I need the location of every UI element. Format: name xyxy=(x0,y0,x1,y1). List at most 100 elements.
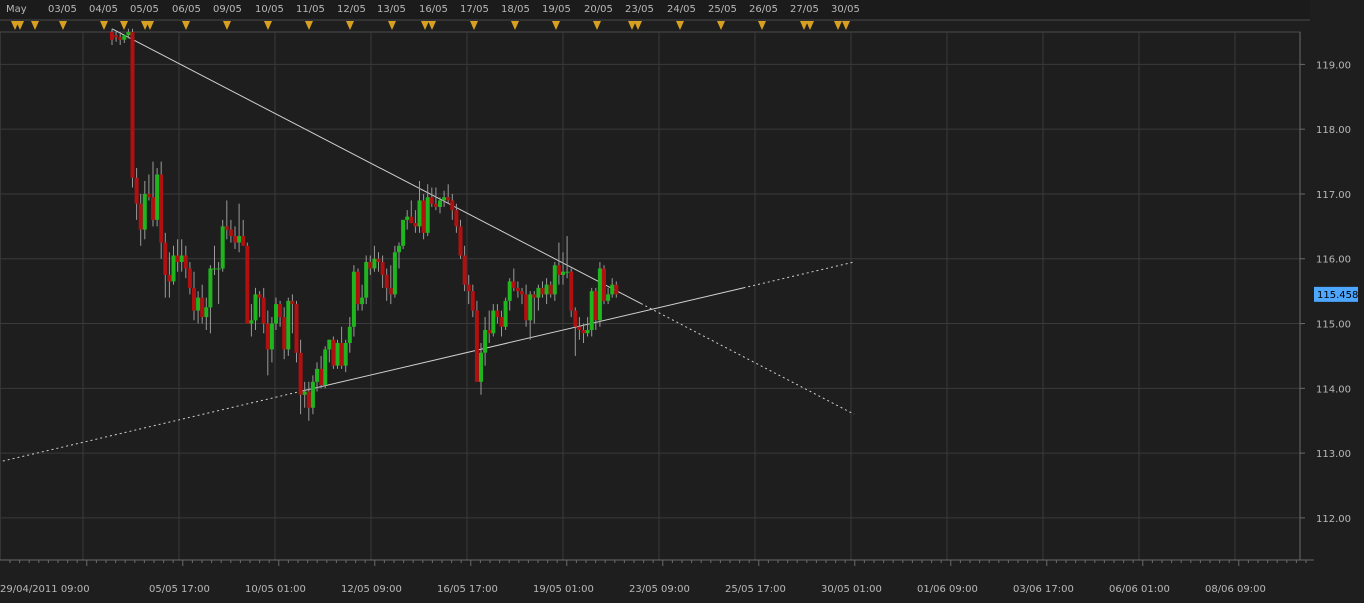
top-date-label: 03/05 xyxy=(48,4,77,15)
candle-body xyxy=(511,281,516,288)
candle-body xyxy=(155,174,160,220)
top-date-label: 09/05 xyxy=(213,4,242,15)
candle-body xyxy=(544,284,549,295)
candle-body xyxy=(552,265,557,295)
candle-body xyxy=(495,310,500,318)
price-chart[interactable]: 112.00 113.00 114.00 115.00 116.00 117.00 118.… xyxy=(0,0,1364,599)
candle-body xyxy=(274,304,278,324)
candle-body xyxy=(220,226,225,269)
candle-body xyxy=(425,197,430,233)
candle-body xyxy=(483,330,488,353)
candle-body xyxy=(368,261,373,269)
candle-body xyxy=(466,284,471,292)
candle xyxy=(155,168,160,227)
candle-body xyxy=(610,284,615,295)
candle-body xyxy=(487,330,492,334)
candle xyxy=(335,339,340,369)
y-tick-label: 117.00 xyxy=(1316,190,1351,201)
candle-body xyxy=(573,310,578,327)
candle-body xyxy=(388,287,393,295)
candle-body xyxy=(491,310,496,334)
candle-body xyxy=(110,32,114,40)
candle-body xyxy=(528,294,533,321)
candle-body xyxy=(114,35,119,38)
candle-body xyxy=(372,258,377,269)
candle xyxy=(286,297,291,356)
candle xyxy=(569,268,574,318)
candle-body xyxy=(401,219,406,246)
current-price-tag: 115.458 xyxy=(1314,286,1358,302)
candle-body xyxy=(581,330,586,334)
candle-body xyxy=(130,32,135,178)
y-tick-label: 115.00 xyxy=(1316,320,1351,331)
x-tick-label: 25/05 17:00 xyxy=(725,584,786,595)
candle-body xyxy=(405,216,410,220)
candle-body xyxy=(347,326,352,343)
candle-body xyxy=(265,323,270,350)
x-tick-label: 10/05 01:00 xyxy=(245,584,306,595)
candle-body xyxy=(593,291,598,321)
candle-body xyxy=(290,300,295,305)
top-date-label: 24/05 xyxy=(667,4,696,15)
candle-body xyxy=(540,287,545,295)
candle-body xyxy=(298,352,303,395)
top-date-label: 19/05 xyxy=(542,4,571,15)
candle xyxy=(323,346,328,389)
candle-body xyxy=(134,177,139,204)
top-date-label: 20/05 xyxy=(584,4,613,15)
candle-body xyxy=(479,352,483,382)
candle-body xyxy=(356,271,360,305)
candle-body xyxy=(438,200,442,207)
candle-body xyxy=(167,274,172,282)
candle xyxy=(401,219,406,250)
top-date-label: 30/05 xyxy=(831,4,860,15)
candle-body xyxy=(319,368,324,386)
candle-body xyxy=(597,268,602,321)
candle-body xyxy=(331,339,336,366)
candle-body xyxy=(470,291,475,311)
candle-body xyxy=(536,287,541,298)
candle-body xyxy=(421,200,426,233)
candle-body xyxy=(118,37,123,40)
top-date-label: 10/05 xyxy=(255,4,284,15)
x-tick-label: 05/05 17:00 xyxy=(149,584,210,595)
candle-body xyxy=(200,297,205,318)
x-tick-label: 23/05 09:00 xyxy=(629,584,690,595)
candle-body xyxy=(179,255,184,262)
candle xyxy=(421,193,426,240)
candle-body xyxy=(302,391,307,395)
candle-body xyxy=(454,210,459,227)
candle-body xyxy=(520,291,524,295)
candle-body xyxy=(208,268,213,308)
candle-body xyxy=(384,274,389,288)
x-tick-label: 01/06 09:00 xyxy=(917,584,978,595)
top-date-label: 18/05 xyxy=(501,4,530,15)
candle-body xyxy=(577,326,582,331)
candle-body xyxy=(392,252,397,295)
candle-body xyxy=(339,342,344,366)
candle-body xyxy=(138,203,143,230)
candle xyxy=(474,300,479,382)
candle-body xyxy=(183,255,188,269)
candle-body xyxy=(327,339,332,350)
candle-body xyxy=(175,255,180,262)
y-tick-label: 119.00 xyxy=(1316,60,1351,71)
candle-body xyxy=(515,287,520,292)
top-date-label: 04/05 xyxy=(89,4,118,15)
candle-body xyxy=(142,193,147,230)
chart-canvas[interactable]: 112.00 113.00 114.00 115.00 116.00 117.00 118.… xyxy=(0,0,1364,599)
candle-body xyxy=(228,229,233,237)
y-tick-label: 116.00 xyxy=(1316,255,1351,266)
candle-body xyxy=(196,297,201,311)
candle-body xyxy=(606,294,611,301)
candle-body xyxy=(192,287,196,311)
candle-body xyxy=(548,284,553,295)
top-date-label: 12/05 xyxy=(337,4,366,15)
candle-body xyxy=(171,255,176,282)
candle-body xyxy=(433,203,438,207)
candle-body xyxy=(253,294,258,321)
candle-body xyxy=(589,291,594,331)
y-tick-label: 112.00 xyxy=(1316,514,1351,525)
candle-body xyxy=(122,35,127,40)
x-tick-label: 30/05 01:00 xyxy=(821,584,882,595)
